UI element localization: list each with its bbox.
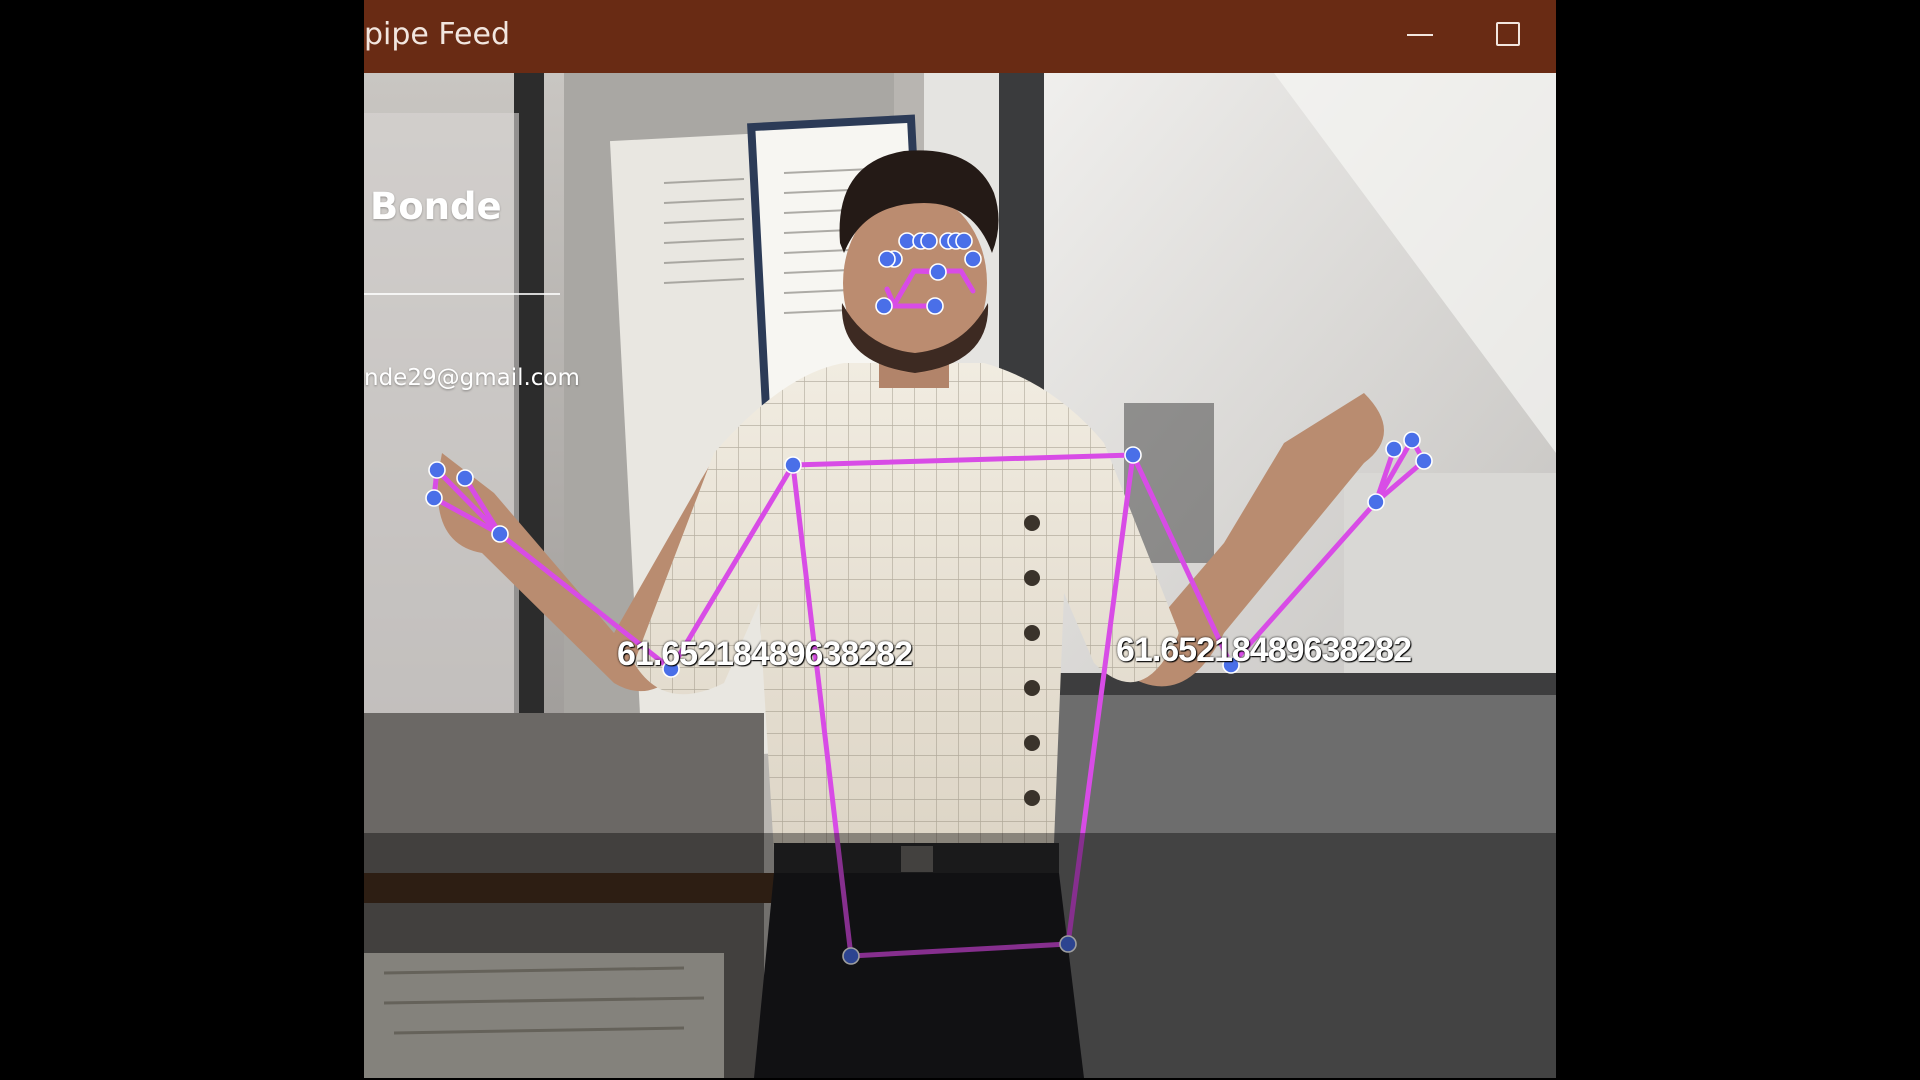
lower-shade-overlay — [364, 833, 1556, 1078]
window-title: pipe Feed — [364, 17, 510, 52]
profile-email: nde29@gmail.com — [364, 365, 580, 391]
right-elbow-angle-label: 61.65218489638282 — [1116, 631, 1412, 669]
left-elbow-angle-label: 61.65218489638282 — [617, 635, 913, 673]
title-bar[interactable]: pipe Feed — [364, 0, 1556, 73]
maximize-button[interactable] — [1464, 0, 1536, 73]
app-window: pipe Feed Bonde nde29@gmail.com 61.65218… — [364, 0, 1556, 1080]
camera-feed: Bonde nde29@gmail.com 61.65218489638282 … — [364, 73, 1556, 1078]
profile-divider — [364, 293, 560, 295]
minimize-button[interactable] — [1383, 0, 1455, 73]
profile-name: Bonde — [370, 185, 502, 228]
